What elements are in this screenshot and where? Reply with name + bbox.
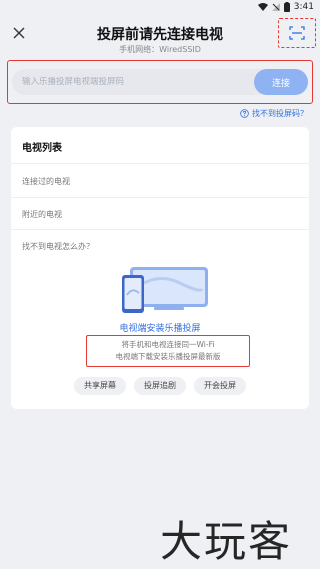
connected-tvs-label[interactable]: 连接过的电视 bbox=[22, 176, 70, 187]
status-bar: 3:41 bbox=[0, 0, 320, 14]
scan-button[interactable] bbox=[278, 18, 316, 48]
scenario-chips: 共享屏幕 投屏追剧 开会投屏 bbox=[11, 377, 309, 395]
tip-line-1: 将手机和电视连接同一Wi-Fi bbox=[121, 340, 215, 349]
cast-code-field: 连接 bbox=[12, 69, 308, 95]
find-code-label: 找不到投屏码？ bbox=[252, 109, 308, 118]
chip-meeting-cast[interactable]: 开会投屏 bbox=[194, 377, 246, 395]
tip-line-2: 电视端下载安装乐播投屏最新版 bbox=[115, 352, 221, 361]
chip-share-screen[interactable]: 共享屏幕 bbox=[74, 377, 126, 395]
watermark: 大玩客 bbox=[160, 517, 293, 566]
status-time: 3:41 bbox=[293, 2, 314, 12]
network-subtitle: 手机网络：WiredSSID bbox=[119, 45, 201, 54]
find-code-link[interactable]: 找不到投屏码？ bbox=[240, 108, 308, 119]
tv-list-title: 电视列表 bbox=[22, 143, 62, 154]
cast-code-box: 连接 bbox=[7, 60, 313, 104]
install-app-link[interactable]: 电视端安装乐播投屏 bbox=[11, 321, 309, 334]
divider bbox=[11, 229, 309, 230]
nearby-tvs-label[interactable]: 附近的电视 bbox=[22, 209, 62, 220]
signal-off-icon bbox=[271, 3, 280, 11]
connect-button[interactable]: 连接 bbox=[254, 69, 308, 95]
chip-watch-drama[interactable]: 投屏追剧 bbox=[134, 377, 186, 395]
cast-code-input[interactable] bbox=[12, 77, 242, 87]
wifi-icon bbox=[257, 3, 268, 11]
question-icon bbox=[240, 109, 249, 118]
tv-list-card: 电视列表 连接过的电视 附近的电视 找不到电视怎么办？ 电视端安装乐播投屏 将手… bbox=[11, 127, 309, 409]
battery-icon bbox=[283, 2, 290, 12]
phone-tv-illustration bbox=[122, 267, 208, 313]
header: 投屏前请先连接电视 手机网络：WiredSSID bbox=[0, 14, 320, 56]
connection-tip: 将手机和电视连接同一Wi-Fi 电视端下载安装乐播投屏最新版 bbox=[86, 335, 250, 367]
not-found-label: 找不到电视怎么办？ bbox=[22, 242, 94, 251]
divider bbox=[11, 197, 309, 198]
page-title: 投屏前请先连接电视 bbox=[97, 27, 223, 43]
divider bbox=[11, 163, 309, 164]
scan-icon bbox=[289, 26, 305, 40]
